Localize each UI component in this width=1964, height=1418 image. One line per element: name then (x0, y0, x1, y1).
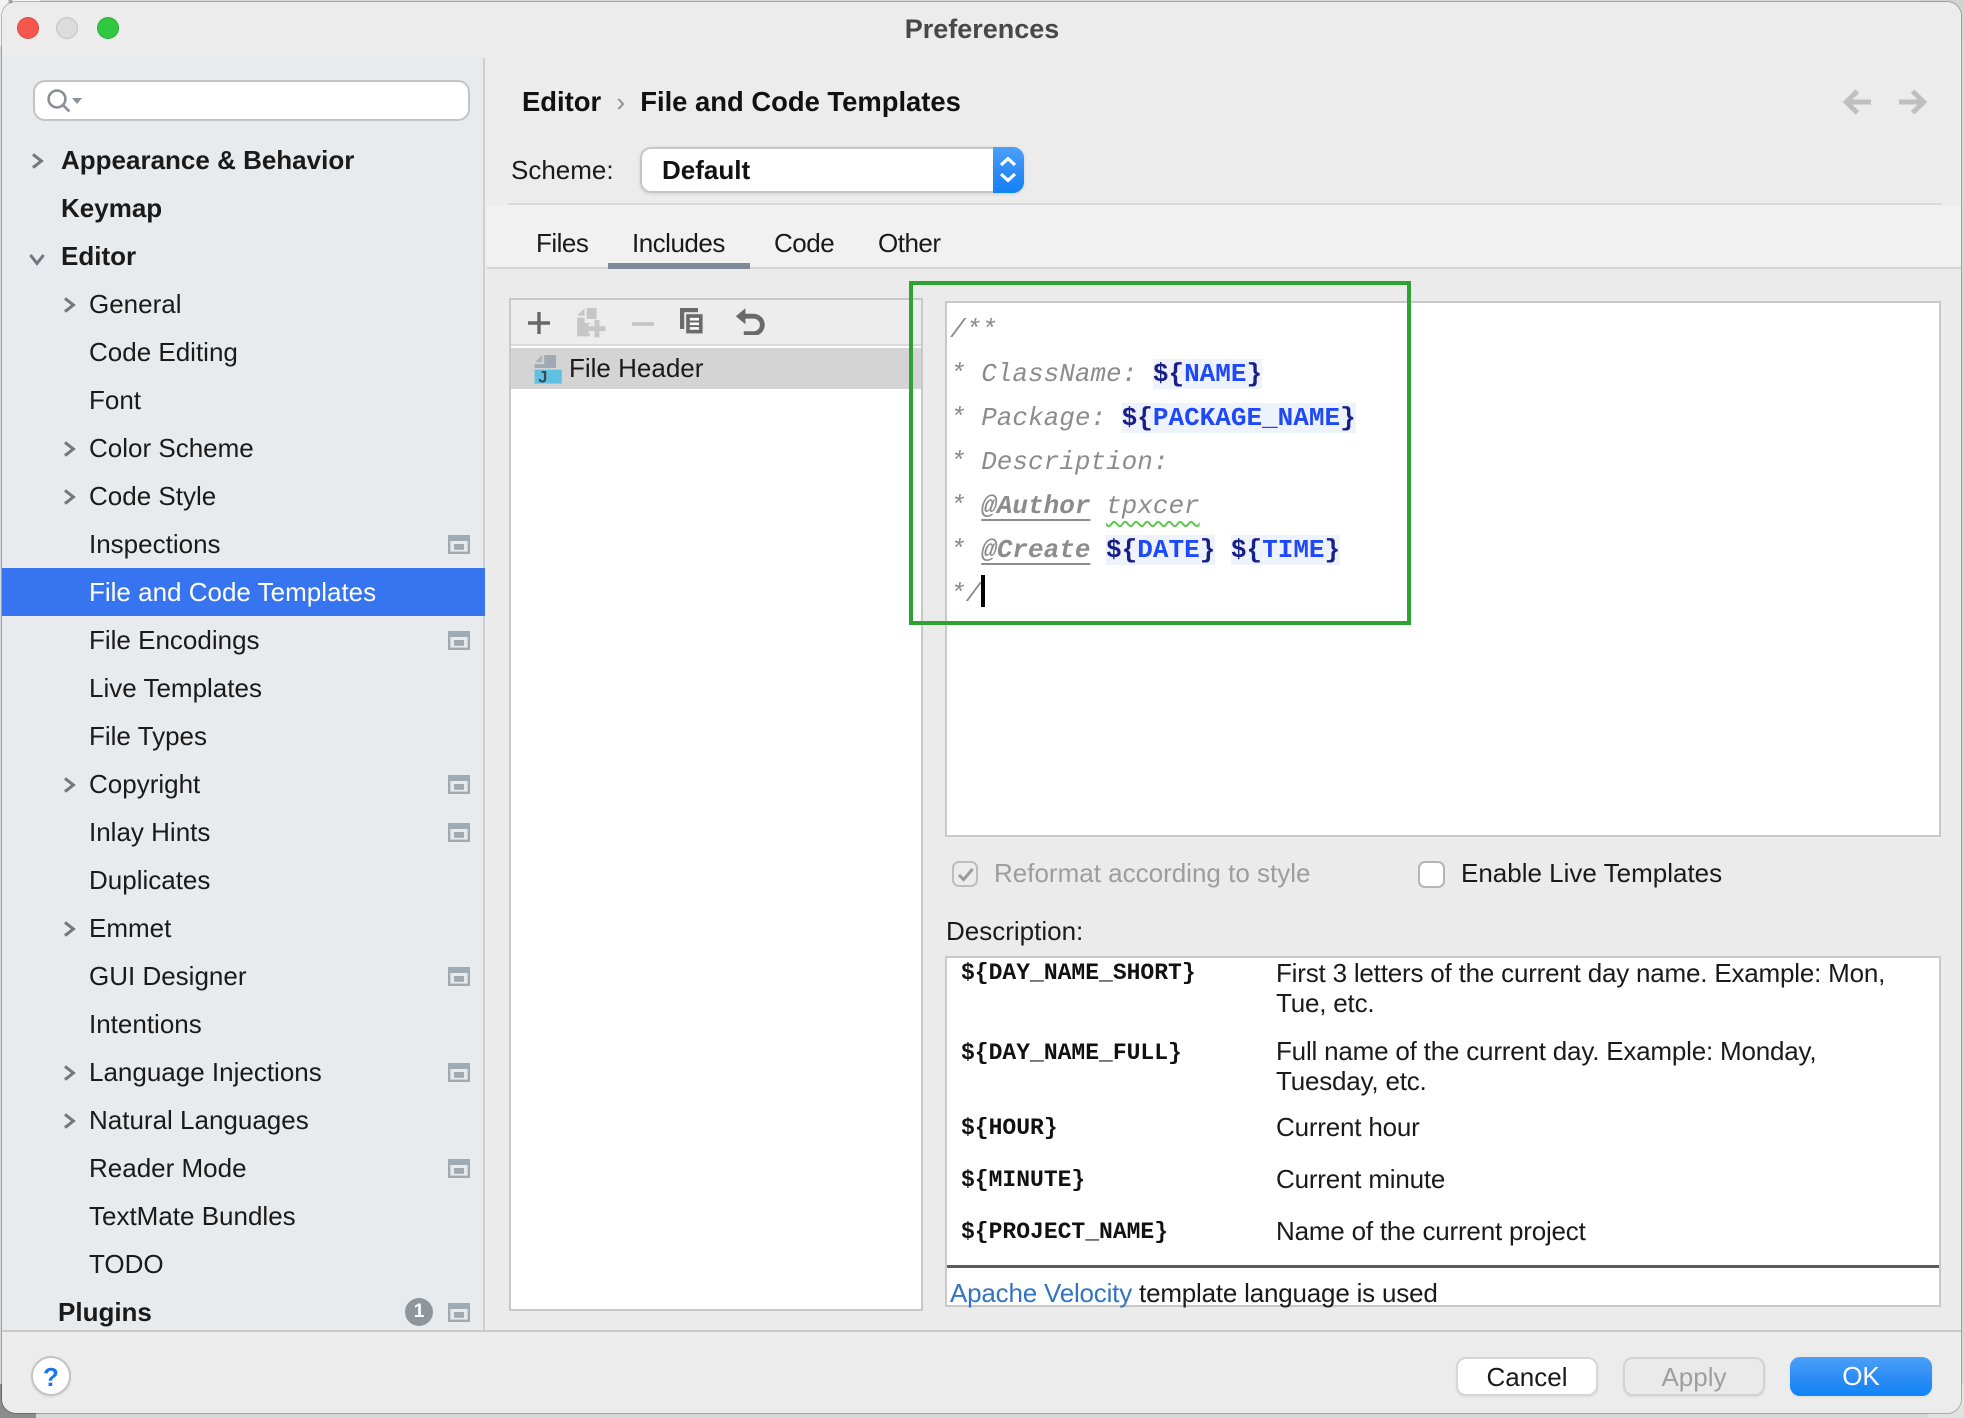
svg-text:J: J (538, 369, 547, 385)
